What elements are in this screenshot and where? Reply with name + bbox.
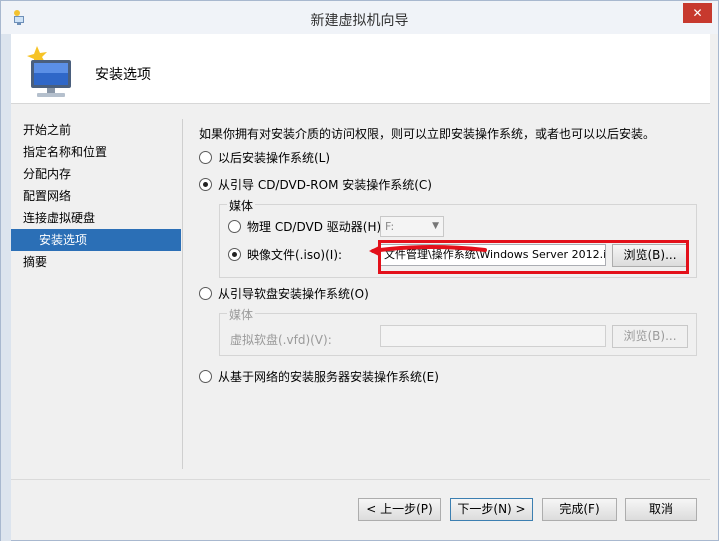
option-install-later-label: 以后安装操作系统(L) <box>218 151 331 165</box>
vfd-input[interactable] <box>380 325 606 347</box>
physical-drive-label: 物理 CD/DVD 驱动器(H): <box>247 220 386 234</box>
title-bar: 新建虚拟机向导 ✕ <box>1 1 718 34</box>
option-install-later[interactable]: 以后安装操作系统(L) <box>199 149 330 167</box>
computer-monitor-icon <box>27 46 71 97</box>
floppy-media-group-label: 媒体 <box>227 306 256 323</box>
option-network-install-label: 从基于网络的安装服务器安装操作系统(E) <box>218 370 439 384</box>
annotation-arrow-icon <box>369 245 487 257</box>
option-boot-floppy-label: 从引导软盘安装操作系统(O) <box>218 287 369 301</box>
intro-text: 如果你拥有对安装介质的访问权限，则可以立即安装操作系统，或者也可以以后安装。 <box>199 127 656 141</box>
physical-drive-value: F: <box>385 220 395 233</box>
radio-boot-cd[interactable] <box>199 178 212 191</box>
physical-drive-select[interactable]: F: ▼ <box>380 216 444 237</box>
nav-item-memory[interactable]: 分配内存 <box>11 163 181 185</box>
option-image-file[interactable]: 映像文件(.iso)(I): <box>228 246 342 264</box>
option-boot-cd-label: 从引导 CD/DVD-ROM 安装操作系统(C) <box>218 178 432 192</box>
cancel-button[interactable]: 取消 <box>625 498 697 521</box>
next-button[interactable]: 下一步(N) > <box>450 498 533 521</box>
window-left-edge <box>1 34 11 541</box>
radio-boot-floppy[interactable] <box>199 287 212 300</box>
option-physical-drive[interactable]: 物理 CD/DVD 驱动器(H): <box>228 218 385 236</box>
option-network-install[interactable]: 从基于网络的安装服务器安装操作系统(E) <box>199 368 439 386</box>
radio-physical-drive[interactable] <box>228 220 241 233</box>
option-boot-cd[interactable]: 从引导 CD/DVD-ROM 安装操作系统(C) <box>199 176 432 194</box>
close-button[interactable]: ✕ <box>683 3 712 23</box>
wizard-nav: 开始之前 指定名称和位置 分配内存 配置网络 连接虚拟硬盘 安装选项 摘要 <box>11 119 181 273</box>
chevron-down-icon: ▼ <box>432 221 439 231</box>
page-title: 安装选项 <box>95 67 151 83</box>
floppy-media-group: 媒体 虚拟软盘(.vfd)(V): 浏览(B)... <box>219 306 697 356</box>
image-file-label: 映像文件(.iso)(I): <box>247 248 343 262</box>
footer-divider <box>11 479 710 480</box>
option-boot-floppy[interactable]: 从引导软盘安装操作系统(O) <box>199 285 369 303</box>
nav-divider <box>182 119 183 469</box>
finish-button[interactable]: 完成(F) <box>542 498 617 521</box>
nav-item-summary[interactable]: 摘要 <box>11 251 181 273</box>
radio-network-install[interactable] <box>199 370 212 383</box>
previous-button[interactable]: < 上一步(P) <box>358 498 441 521</box>
nav-item-network[interactable]: 配置网络 <box>11 185 181 207</box>
nav-item-name-location[interactable]: 指定名称和位置 <box>11 141 181 163</box>
browse-vfd-button[interactable]: 浏览(B)... <box>612 325 688 348</box>
nav-item-virtual-disk[interactable]: 连接虚拟硬盘 <box>11 207 181 229</box>
radio-image-file[interactable] <box>228 248 241 261</box>
nav-item-install-options[interactable]: 安装选项 <box>11 229 181 251</box>
radio-install-later[interactable] <box>199 151 212 164</box>
cd-media-group-label: 媒体 <box>227 197 256 214</box>
window-title: 新建虚拟机向导 <box>310 13 409 29</box>
vfd-label: 虚拟软盘(.vfd)(V): <box>230 333 332 347</box>
nav-item-before-you-begin[interactable]: 开始之前 <box>11 119 181 141</box>
wizard-window: 新建虚拟机向导 ✕ 安装选项 开始之前 指定名称和位置 分配内存 配置网络 连接… <box>0 0 719 541</box>
wizard-header: 安装选项 <box>11 34 710 104</box>
